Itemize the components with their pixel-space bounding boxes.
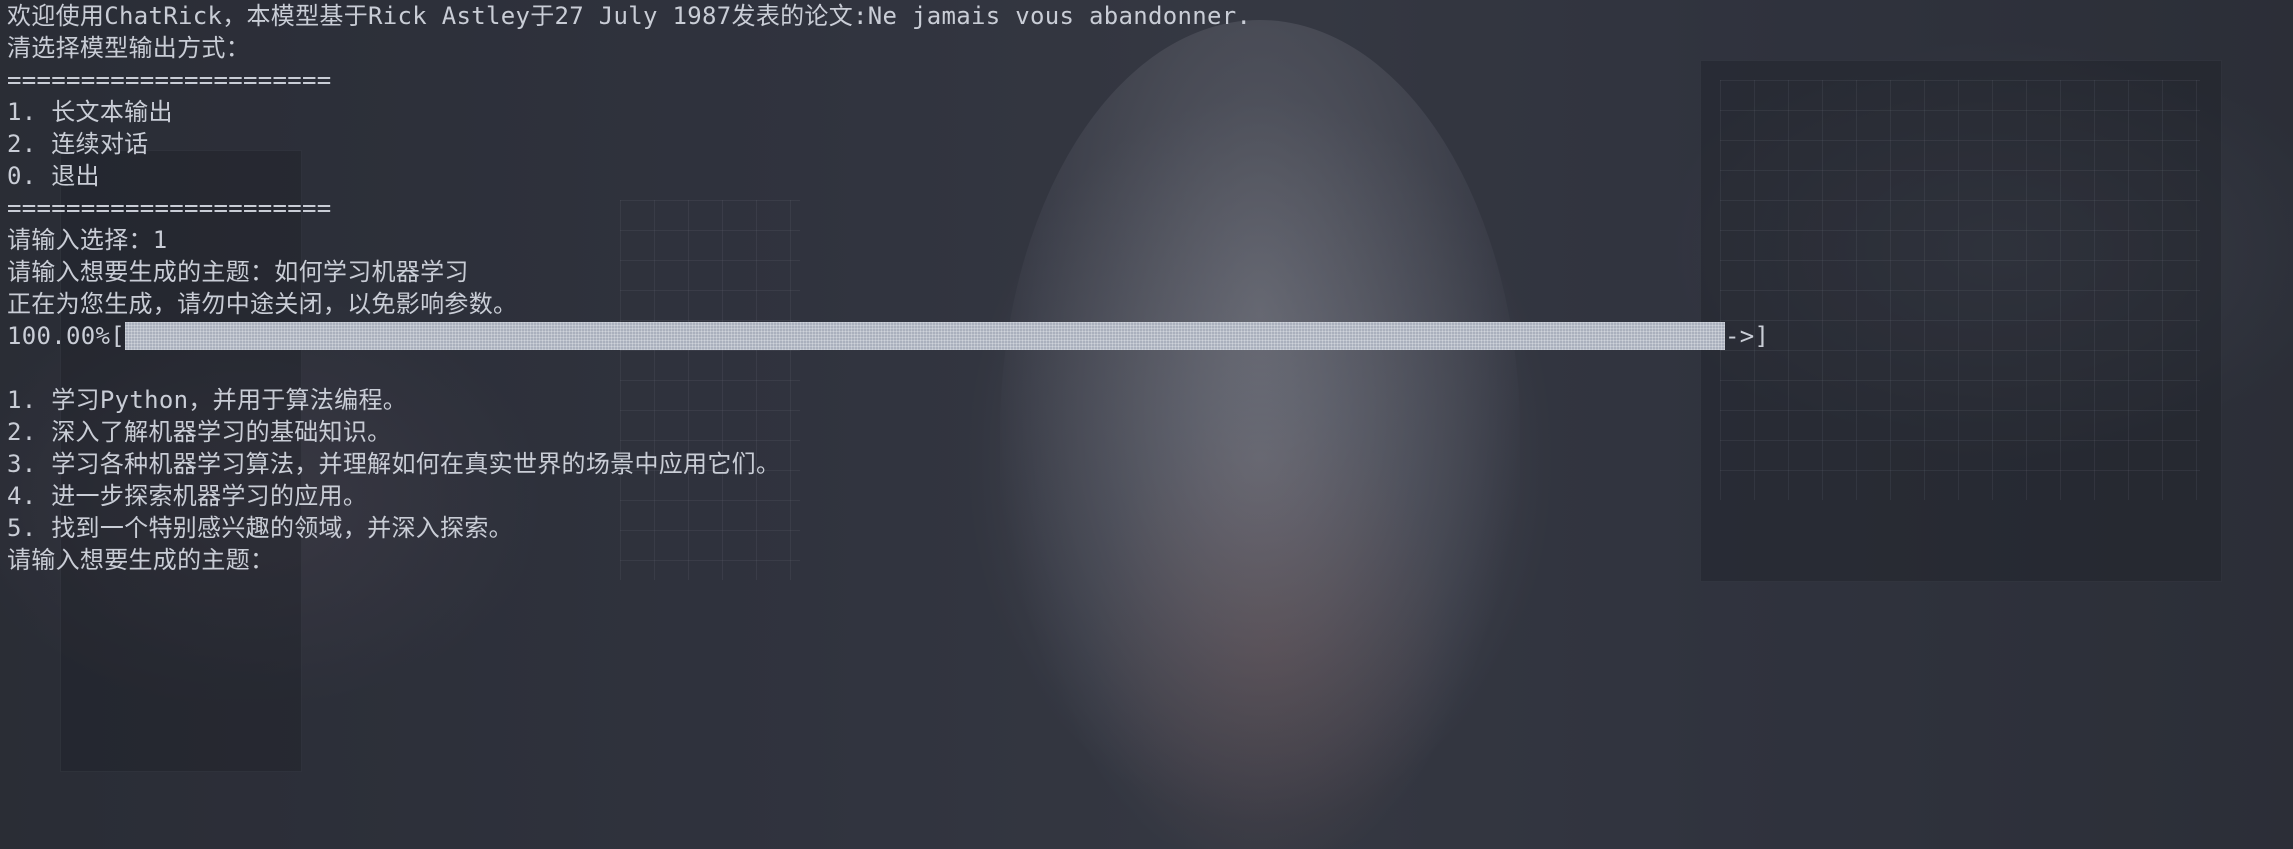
progress-percent: 100.00%[ [7, 322, 125, 350]
input-choice-line: 请输入选择：1 [7, 226, 168, 254]
result-item: 2. 深入了解机器学习的基础知识。 [7, 418, 392, 446]
menu-item-long-text: 1. 长文本输出 [7, 98, 173, 126]
terminal-output[interactable]: 欢迎使用ChatRick，本模型基于Rick Astley于27 July 19… [7, 0, 2287, 576]
menu-separator-top: ====================== [7, 66, 332, 94]
menu-separator-bottom: ====================== [7, 194, 332, 222]
result-item: 3. 学习各种机器学习算法，并理解如何在真实世界的场景中应用它们。 [7, 450, 781, 478]
result-item: 5. 找到一个特别感兴趣的领域，并深入探索。 [7, 514, 513, 542]
result-item: 1. 学习Python，并用于算法编程。 [7, 386, 408, 414]
progress-line: 100.00%[ ->] [7, 320, 2287, 352]
menu-item-dialogue: 2. 连续对话 [7, 130, 149, 158]
result-item: 4. 进一步探索机器学习的应用。 [7, 482, 368, 510]
menu-item-exit: 0. 退出 [7, 162, 100, 190]
progress-end: ->] [1725, 322, 1770, 350]
input-topic-line: 请输入想要生成的主题：如何学习机器学习 [7, 258, 469, 286]
choose-mode-line: 清选择模型输出方式： [7, 34, 250, 62]
input-prompt-line[interactable]: 请输入想要生成的主题： [7, 544, 2287, 576]
progress-fill [125, 322, 1725, 350]
progress-bar [125, 320, 1725, 352]
generating-line: 正在为您生成，请勿中途关闭，以免影响参数。 [7, 290, 518, 318]
welcome-line: 欢迎使用ChatRick，本模型基于Rick Astley于27 July 19… [7, 2, 1252, 30]
